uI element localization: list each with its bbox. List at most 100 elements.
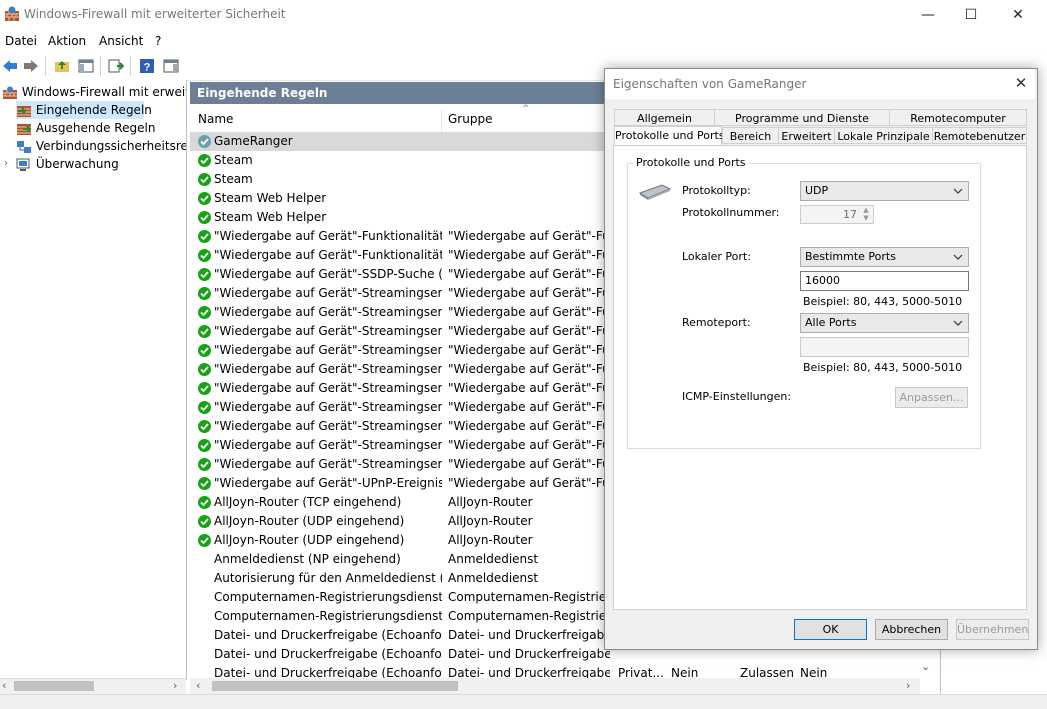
rule-group-cell: "Wiedergabe auf Gerät"-Fun... <box>448 476 610 490</box>
forward-icon[interactable] <box>21 56 41 76</box>
help-icon[interactable]: ? <box>137 56 157 76</box>
local-port-input[interactable]: 16000 <box>800 271 969 291</box>
protocol-number-label: Protokollnummer: <box>682 206 780 219</box>
apply-button[interactable]: Übernehmen <box>956 619 1029 640</box>
column-header-group[interactable]: Gruppe <box>448 112 492 126</box>
tree-root-label: Windows-Firewall mit erweiterter Sicherh… <box>21 85 186 99</box>
scroll-left-icon[interactable]: ‹ <box>196 679 200 692</box>
toolbar-separator <box>130 56 131 76</box>
rule-enabled-check-icon <box>198 249 211 262</box>
tab-remotecomputer[interactable]: Remotecomputer <box>889 109 1027 126</box>
rule-group-cell: Datei- und Druckerfreigabe <box>448 666 610 678</box>
tree-item-eingehende-regeln[interactable]: Eingehende Regeln <box>16 101 152 119</box>
rule-enabled-check-icon <box>198 458 211 471</box>
close-button[interactable]: ✕ <box>995 0 1041 30</box>
tab-remotebenutzer[interactable]: Remotebenutzer <box>932 127 1027 144</box>
outbound-rules-icon <box>16 122 32 136</box>
rule-name-cell: Anmeldedienst (NP eingehend) <box>214 552 401 566</box>
rule-custom-icon <box>198 135 211 148</box>
scroll-right-icon[interactable]: › <box>173 679 177 692</box>
rules-scroll-thumb[interactable] <box>212 681 458 691</box>
rule-enabled-check-icon <box>198 325 211 338</box>
rule-name-cell: Autorisierung für den Anmeldedienst (RP.… <box>214 571 442 585</box>
tree-root[interactable]: Windows-Firewall mit erweiterter Sicherh… <box>2 83 186 101</box>
menu-help[interactable]: ? <box>155 34 161 48</box>
show-hide-tree-icon[interactable] <box>76 56 96 76</box>
tab-allgemein[interactable]: Allgemein <box>614 109 715 126</box>
tab-lokale-prinzipale[interactable]: Lokale Prinzipale <box>834 127 933 144</box>
connection-security-icon <box>16 140 32 154</box>
rule-name-cell: "Wiedergabe auf Gerät"-UPnP-Ereignisse..… <box>214 476 442 490</box>
protocol-number-value: 17 <box>843 208 857 221</box>
rule-name-cell: Steam Web Helper <box>214 210 327 224</box>
toolbar-separator <box>100 56 101 76</box>
rule-group-cell: "Wiedergabe auf Gerät"-Fun... <box>448 400 610 414</box>
svg-text:?: ? <box>144 62 151 74</box>
rule-enabled-check-icon <box>198 477 211 490</box>
remote-port-example: Beispiel: 80, 443, 5000-5010 <box>803 361 963 374</box>
rule-enabled-check-icon <box>198 268 211 281</box>
rule-enabled-check-icon <box>198 401 211 414</box>
chevron-down-icon <box>953 320 963 326</box>
tab-protokolle-und-ports[interactable]: Protokolle und Ports <box>614 126 725 146</box>
rule-name-cell: "Wiedergabe auf Gerät"-Streamingserver .… <box>214 381 442 395</box>
rule-enabled-check-icon <box>198 420 211 433</box>
tree-item-verbindungssicherheitsregeln[interactable]: Verbindungssicherheitsregeln <box>16 137 186 155</box>
rule-group-cell: AllJoyn-Router <box>448 495 533 509</box>
column-header-name[interactable]: Name <box>198 112 233 126</box>
remote-port-input[interactable] <box>800 337 969 357</box>
icmp-settings-label: ICMP-Einstellungen: <box>682 390 792 403</box>
menu-ansicht[interactable]: Ansicht <box>99 34 143 48</box>
rule-name-cell: "Wiedergabe auf Gerät"-Funktionalität (q… <box>214 229 442 243</box>
remote-port-select[interactable]: Alle Ports <box>800 313 969 333</box>
window-title: Windows-Firewall mit erweiterter Sicherh… <box>24 7 286 21</box>
back-icon[interactable] <box>0 56 20 76</box>
rule-group-cell: "Wiedergabe auf Gerät"-Fun... <box>448 324 610 338</box>
folder-up-icon[interactable] <box>52 56 72 76</box>
rule-enabled-check-icon <box>198 173 211 186</box>
rule-name-cell: AllJoyn-Router (UDP eingehend) <box>214 533 405 547</box>
column-separator[interactable] <box>441 110 442 132</box>
tree-item-ausgehende-regeln[interactable]: Ausgehende Regeln <box>16 119 186 137</box>
tab-bereich[interactable]: Bereich <box>722 127 779 144</box>
rule-name-cell: "Wiedergabe auf Gerät"-Streamingserver .… <box>214 419 442 433</box>
menu-datei[interactable]: Datei <box>5 34 37 48</box>
table-row[interactable]: Datei- und Druckerfreigabe (Echoanforde.… <box>190 664 930 678</box>
rule-group-cell: Datei- und Druckerfreigabe <box>448 628 610 642</box>
local-port-mode: Bestimmte Ports <box>805 250 896 263</box>
local-port-label: Lokaler Port: <box>682 250 751 263</box>
protocol-type-select[interactable]: UDP <box>800 181 969 201</box>
cancel-button[interactable]: Abbrechen <box>875 619 948 640</box>
rule-name-cell: Datei- und Druckerfreigabe (Echoanforde.… <box>214 666 442 678</box>
tree-item-ueberwachung[interactable]: Überwachung <box>16 155 186 173</box>
monitoring-icon <box>16 158 32 172</box>
expand-chevron-icon[interactable]: › <box>4 158 8 169</box>
maximize-button[interactable]: ☐ <box>948 0 994 30</box>
rule-group-cell: "Wiedergabe auf Gerät"-Fun... <box>448 419 610 433</box>
rule-enabled-check-icon <box>198 363 211 376</box>
ok-button[interactable]: OK <box>794 619 867 640</box>
rule-name-cell: "Wiedergabe auf Gerät"-SSDP-Suche (UD... <box>214 267 442 281</box>
menu-aktion[interactable]: Aktion <box>48 34 86 48</box>
rule-name-cell: Datei- und Druckerfreigabe (Echoanforde.… <box>214 647 442 661</box>
rule-group-cell: AllJoyn-Router <box>448 533 533 547</box>
rule-group-cell: "Wiedergabe auf Gerät"-Fun... <box>448 438 610 452</box>
spin-arrows-icon[interactable]: ▲ ▼ <box>860 206 872 222</box>
rule-enabled-check-icon <box>198 287 211 300</box>
rule-enabled-cell: Nein <box>671 666 699 678</box>
local-port-select[interactable]: Bestimmte Ports <box>800 247 969 267</box>
scroll-down-icon[interactable]: ⌄ <box>921 660 930 673</box>
scroll-right-icon[interactable]: › <box>906 679 910 692</box>
scroll-left-icon[interactable]: ‹ <box>2 679 6 692</box>
dialog-close-button[interactable]: ✕ <box>1012 74 1030 92</box>
show-action-pane-icon[interactable] <box>161 56 181 76</box>
tab-erweitert[interactable]: Erweitert <box>778 127 835 144</box>
tab-programme-und-dienste[interactable]: Programme und Dienste <box>714 109 890 126</box>
icmp-customize-button[interactable]: Anpassen... <box>895 387 968 408</box>
rule-name-cell: "Wiedergabe auf Gerät"-Streamingserver .… <box>214 286 442 300</box>
tree-scroll-thumb[interactable] <box>14 681 94 691</box>
minimize-button[interactable]: — <box>905 0 951 30</box>
export-list-icon[interactable] <box>106 56 126 76</box>
rule-name-cell: AllJoyn-Router (TCP eingehend) <box>214 495 402 509</box>
rule-group-cell: "Wiedergabe auf Gerät"-Fun... <box>448 248 610 262</box>
